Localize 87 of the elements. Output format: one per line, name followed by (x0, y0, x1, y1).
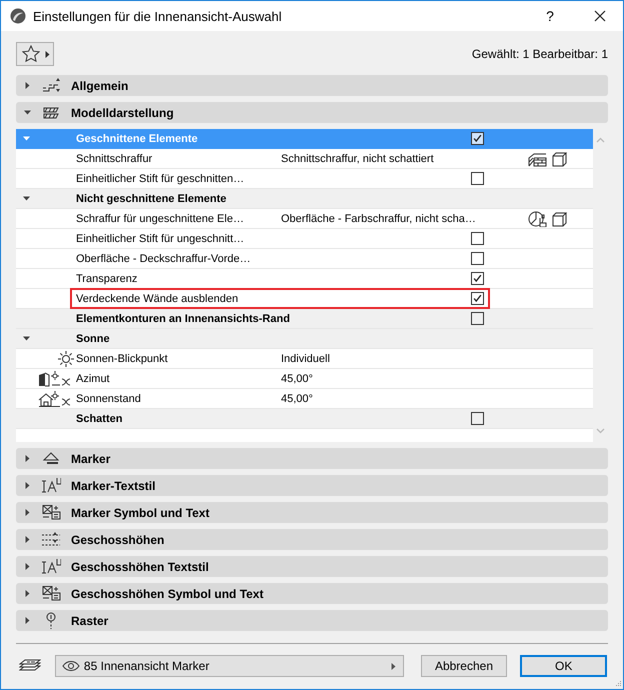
layer-dropdown[interactable]: 85 Innenansicht Marker (54, 655, 404, 677)
panel-header[interactable]: Marker-Textstil (16, 475, 608, 496)
text-style-icon (41, 558, 61, 575)
panel-header[interactable]: Geschosshöhen Textstil (16, 556, 608, 577)
sun-icon (58, 350, 74, 366)
caret-icon[interactable] (22, 195, 30, 202)
setting-value: Individuell (281, 352, 331, 364)
setting-label: Azimut (76, 372, 111, 384)
setting-value: 45,00° (281, 372, 314, 384)
text-style-icon (41, 477, 61, 494)
eye-icon (62, 660, 80, 672)
checkbox[interactable] (470, 232, 484, 245)
setting-row[interactable]: Schnittschraffur Schnittschraffur, nicht schattiert (16, 149, 593, 169)
caret-icon[interactable] (24, 82, 31, 89)
selection-info: Gewählt: 1 Bearbeitbar: 1 (472, 47, 608, 61)
panel-header[interactable]: Allgemein (16, 75, 608, 96)
cube-icon (551, 210, 567, 226)
symbol-text-icon (41, 504, 61, 521)
caret-icon[interactable] (390, 662, 397, 670)
setting-label: Schnittschraffur (76, 152, 154, 164)
marker-icon (41, 450, 61, 467)
checkbox[interactable] (470, 132, 484, 145)
group-row[interactable]: Schatten (16, 409, 593, 429)
close-icon (594, 10, 606, 22)
cube-icon (551, 150, 567, 166)
group-row[interactable]: Elementkonturen an Innenansichts-Rand (16, 309, 593, 329)
caret-icon[interactable] (24, 109, 31, 116)
caret-icon[interactable] (44, 50, 51, 58)
setting-row[interactable]: Einheitlicher Stift für ungeschnitt… (16, 229, 593, 249)
setting-label: Transparenz (76, 272, 138, 284)
panel-header[interactable]: Geschosshöhen Symbol und Text (16, 583, 608, 604)
checkbox[interactable] (470, 172, 484, 185)
checkbox[interactable] (470, 252, 484, 265)
stair-icon (41, 77, 61, 94)
checkbox[interactable] (470, 312, 484, 325)
group-row[interactable]: Nicht geschnittene Elemente (16, 189, 593, 209)
setting-row[interactable]: Oberfläche - Deckschraffur-Vorde… (16, 249, 593, 269)
caret-icon[interactable] (24, 563, 31, 570)
dialog-button[interactable]: OK (520, 655, 607, 677)
setting-label: Elementkonturen an Innenansichts-Rand (76, 312, 291, 324)
setting-value: 45,00° (281, 392, 314, 404)
setting-value: Schnittschraffur, nicht schattiert (281, 152, 435, 164)
setting-label: Schraffur für ungeschnittene Ele… (76, 212, 245, 224)
panel-header[interactable]: Geschosshöhen (16, 529, 608, 550)
star-icon (22, 45, 40, 63)
setting-label: Sonnenstand (76, 392, 142, 404)
scroll-up-icon (596, 137, 605, 143)
caret-icon[interactable] (24, 509, 31, 516)
setting-label: Verdeckende Wände ausblenden (76, 292, 240, 304)
setting-row[interactable]: Schraffur für ungeschnittene Ele… Oberfläche - Farbschraffur, nicht scha… (16, 209, 593, 229)
setting-label: Nicht geschnittene Elemente (76, 192, 228, 204)
caret-icon[interactable] (24, 455, 31, 462)
group-row[interactable]: Sonne (16, 329, 593, 349)
window-title: Einstellungen für die Innenansicht-Auswahl (33, 8, 283, 24)
panel-header[interactable]: Marker Symbol und Text (16, 502, 608, 523)
setting-row[interactable]: Sonnen-Blickpunkt Individuell (16, 349, 593, 369)
resize-grip-icon (614, 680, 622, 688)
checkbox[interactable] (470, 412, 484, 425)
setting-label: Einheitlicher Stift für ungeschnitt… (76, 232, 246, 244)
setting-label: Einheitlicher Stift für geschnitten… (76, 172, 246, 184)
scroll-down-icon (596, 428, 605, 434)
caret-icon[interactable] (24, 617, 31, 624)
help-button[interactable]: ? (530, 8, 570, 24)
setting-row[interactable]: Azimut 45,00° (16, 369, 593, 389)
symbol-text-icon (41, 585, 61, 602)
setting-label: Geschnittene Elemente (76, 132, 199, 144)
caret-icon[interactable] (22, 335, 30, 342)
app-logo-icon (10, 8, 26, 24)
pie-brush-icon (528, 210, 548, 226)
caret-icon[interactable] (24, 590, 31, 597)
favorites-button[interactable] (16, 42, 54, 66)
caret-icon[interactable] (24, 482, 31, 489)
hatch-icon (528, 150, 548, 166)
setting-label: Oberfläche - Deckschraffur-Vorde… (76, 252, 252, 264)
checkbox[interactable] (470, 272, 484, 285)
setting-row[interactable]: Transparenz (16, 269, 593, 289)
panel-header[interactable]: Modelldarstellung (16, 102, 608, 123)
caret-icon[interactable] (24, 536, 31, 543)
level-lines-icon (41, 531, 61, 548)
dialog-button[interactable]: Abbrechen (420, 655, 508, 677)
panel-header[interactable]: Raster (16, 610, 608, 631)
checkbox[interactable] (470, 292, 484, 305)
setting-value: Oberfläche - Farbschraffur, nicht scha… (281, 212, 477, 224)
panel-header[interactable]: Marker (16, 448, 608, 469)
setting-label: Schatten (76, 412, 124, 424)
setting-label: Sonnen-Blickpunkt (76, 352, 169, 364)
setting-label: Sonne (76, 332, 111, 344)
